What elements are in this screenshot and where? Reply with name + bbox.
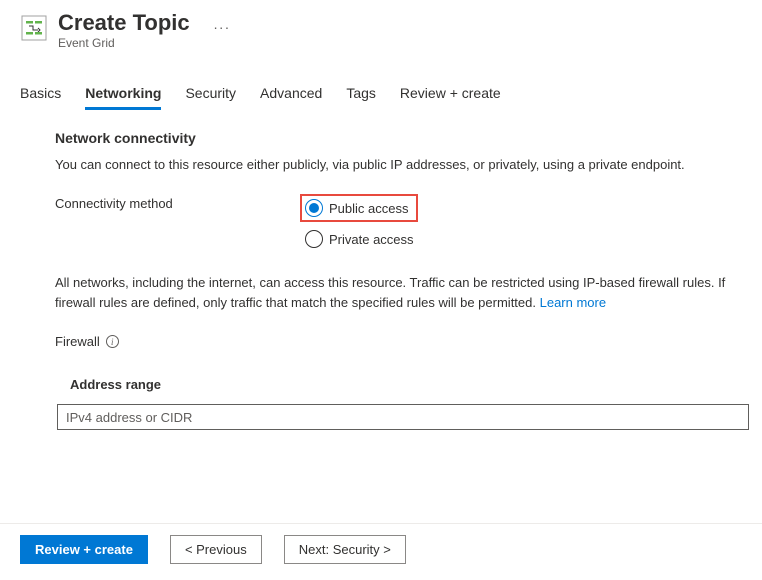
tab-security[interactable]: Security	[185, 85, 236, 110]
address-range-input[interactable]	[57, 404, 749, 430]
tab-review-create[interactable]: Review + create	[400, 85, 501, 110]
page-title: Create Topic	[58, 10, 190, 36]
tab-networking[interactable]: Networking	[85, 85, 161, 110]
radio-circle-icon	[305, 230, 323, 248]
radio-public-label: Public access	[329, 201, 408, 216]
firewall-label: Firewall	[55, 334, 100, 349]
review-create-button[interactable]: Review + create	[20, 535, 148, 564]
page-subtitle: Event Grid	[58, 36, 230, 50]
previous-button[interactable]: < Previous	[170, 535, 262, 564]
radio-public-access[interactable]: Public access	[300, 194, 418, 222]
info-icon[interactable]: i	[106, 335, 119, 348]
network-description: You can connect to this resource either …	[55, 156, 742, 174]
address-range-label: Address range	[70, 377, 742, 392]
connectivity-method-label: Connectivity method	[55, 194, 300, 248]
event-grid-icon	[20, 14, 48, 42]
more-actions-button[interactable]: ···	[213, 19, 230, 35]
radio-circle-icon	[305, 199, 323, 217]
footer-divider	[0, 523, 762, 524]
radio-private-access[interactable]: Private access	[300, 230, 418, 248]
network-connectivity-heading: Network connectivity	[55, 130, 742, 146]
tab-tags[interactable]: Tags	[346, 85, 376, 110]
tab-advanced[interactable]: Advanced	[260, 85, 322, 110]
tab-basics[interactable]: Basics	[20, 85, 61, 110]
next-button[interactable]: Next: Security >	[284, 535, 406, 564]
tabs-container: Basics Networking Security Advanced Tags…	[0, 85, 762, 110]
access-info-text: All networks, including the internet, ca…	[55, 273, 742, 312]
radio-private-label: Private access	[329, 232, 414, 247]
learn-more-link[interactable]: Learn more	[540, 295, 606, 310]
